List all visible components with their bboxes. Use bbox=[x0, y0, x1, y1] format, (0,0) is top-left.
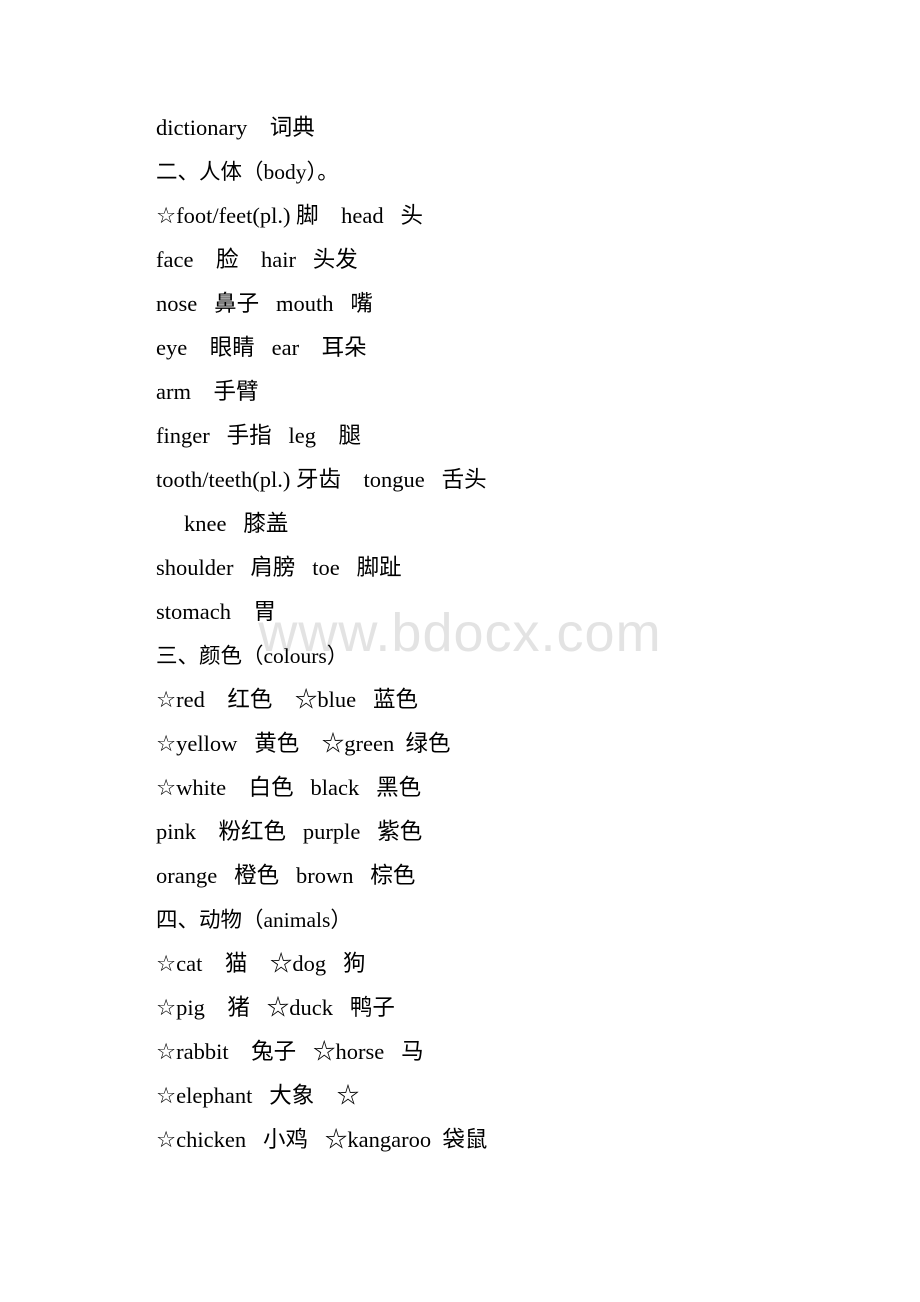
vocab-line: ☆white 白色 black 黑色 bbox=[156, 775, 422, 800]
vocab-line: nose 鼻子 mouth 嘴 bbox=[156, 291, 373, 316]
vocab-line: dictionary 词典 bbox=[156, 115, 315, 140]
vocab-line: pink 粉红色 purple 紫色 bbox=[156, 819, 423, 844]
document-body: dictionary 词典 二、人体（body）。 ☆foot/feet(pl.… bbox=[0, 0, 920, 1162]
vocab-line: face 脸 hair 头发 bbox=[156, 247, 358, 272]
vocab-line: stomach 胃 bbox=[156, 599, 276, 624]
vocab-line: ☆pig 猪 ☆duck 鸭子 bbox=[156, 995, 395, 1020]
vocab-line: knee 膝盖 bbox=[184, 511, 289, 536]
vocab-line: shoulder 肩膀 toe 脚趾 bbox=[156, 555, 402, 580]
vocab-line: eye 眼睛 ear 耳朵 bbox=[156, 335, 367, 360]
vocab-line: ☆yellow 黄色 ☆green 绿色 bbox=[156, 731, 451, 756]
section-heading-body: 二、人体（body）。 bbox=[156, 160, 339, 184]
vocab-line: ☆cat 猫 ☆dog 狗 bbox=[156, 951, 366, 976]
section-heading-colours: 三、颜色（colours） bbox=[156, 644, 349, 668]
vocab-line: ☆rabbit 兔子 ☆horse 马 bbox=[156, 1039, 424, 1064]
vocab-line: tooth/teeth(pl.) 牙齿 tongue 舌头 bbox=[156, 467, 487, 492]
vocab-line: ☆chicken 小鸡 ☆kangaroo 袋鼠 bbox=[156, 1127, 488, 1152]
vocab-line: ☆elephant 大象 ☆ bbox=[156, 1083, 360, 1108]
section-heading-animals: 四、动物（animals） bbox=[156, 908, 352, 932]
vocab-line: arm 手臂 bbox=[156, 379, 259, 404]
vocab-line: ☆red 红色 ☆blue 蓝色 bbox=[156, 687, 419, 712]
vocab-line: orange 橙色 brown 棕色 bbox=[156, 863, 416, 888]
vocab-line: finger 手指 leg 腿 bbox=[156, 423, 361, 448]
vocab-line: ☆foot/feet(pl.) 脚 head 头 bbox=[156, 203, 423, 228]
